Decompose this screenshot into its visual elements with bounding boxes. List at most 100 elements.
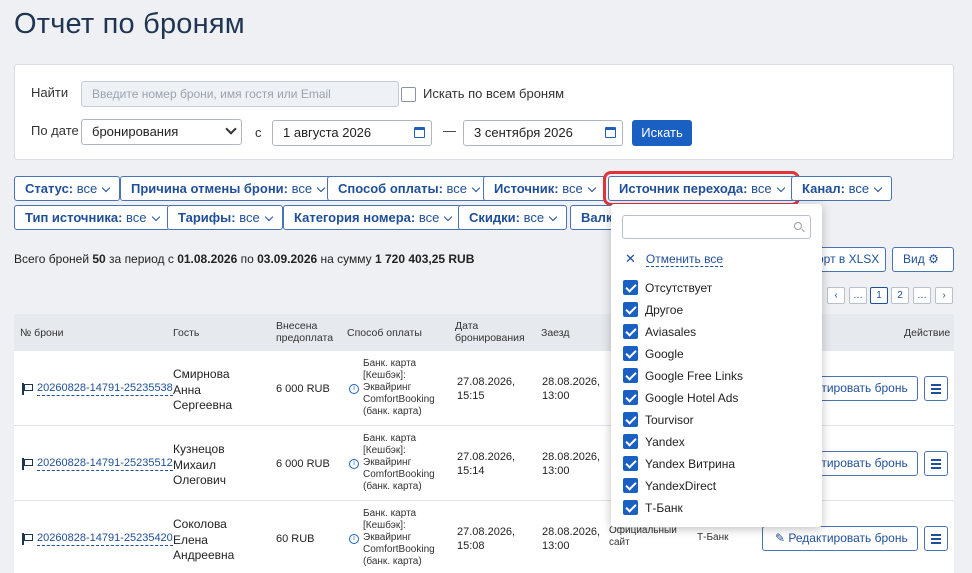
- pay-line: ComfortBooking: [363, 394, 435, 405]
- th-date-line: Дата: [455, 320, 479, 332]
- pagination-next[interactable]: ›: [935, 287, 953, 304]
- option-label: Tourvisor: [645, 413, 694, 427]
- date-type-select[interactable]: бронирования: [81, 119, 242, 145]
- view-button[interactable]: Вид ⚙: [892, 247, 954, 272]
- filter-cancel-reason[interactable]: Причина отмены брони: все: [120, 176, 336, 201]
- option-label: Google Hotel Ads: [645, 391, 739, 405]
- chevron-down-icon: [776, 183, 785, 193]
- date-to-field[interactable]: 3 сентября 2026: [463, 120, 623, 146]
- pagination-page-1[interactable]: 1: [870, 287, 888, 304]
- pay-line: [Кешбэк]:: [363, 370, 406, 381]
- filter-key: Источник:: [494, 181, 559, 196]
- guest-name: Соколова Елена Андреевна: [173, 517, 234, 564]
- booking-number-link[interactable]: 20260828-14791-25235512: [37, 456, 173, 471]
- calendar-icon[interactable]: [605, 127, 616, 138]
- row-menu-button[interactable]: [924, 526, 948, 551]
- date-line: 27.08.2026,: [457, 376, 516, 388]
- filter-value: все: [126, 210, 147, 225]
- filter-value: все: [523, 210, 545, 225]
- date-line: 28.08.2026,: [542, 451, 601, 463]
- checkbox-checked-icon[interactable]: [623, 324, 638, 339]
- chevron-down-icon: [471, 183, 481, 193]
- filter-source-type[interactable]: Тип источника: все: [14, 205, 170, 230]
- th-prepaid: Внесена предоплата: [276, 320, 333, 344]
- guest-line: Соколова: [173, 517, 227, 531]
- flag-icon[interactable]: [22, 533, 33, 545]
- edit-booking-button[interactable]: ✎ Редактировать бронь: [762, 526, 918, 551]
- arrival-date: 28.08.2026, 13:00: [542, 375, 600, 403]
- checkbox-checked-icon[interactable]: [623, 280, 638, 295]
- chevron-down-icon: [587, 183, 596, 193]
- date-line: 15:15: [457, 390, 485, 402]
- booking-date: 27.08.2026, 15:08: [457, 525, 515, 553]
- pay-line: Банк. карта: [363, 508, 417, 519]
- flag-icon[interactable]: [22, 383, 33, 395]
- pay-line: (банк. карта): [363, 406, 422, 417]
- clear-all-button[interactable]: ✕ Отменить все: [625, 251, 723, 267]
- info-icon[interactable]: i: [349, 534, 359, 544]
- filter-status[interactable]: Статус: все: [14, 176, 121, 201]
- pagination-dots: …: [913, 287, 931, 304]
- filter-key: Способ оплаты:: [338, 181, 443, 196]
- search-panel: Найти Введите номер брони, имя гостя или…: [14, 64, 954, 160]
- pay-line: [Кешбэк]:: [363, 520, 406, 531]
- calendar-icon[interactable]: [414, 127, 425, 138]
- date-line: 28.08.2026,: [542, 376, 601, 388]
- search-all-checkbox[interactable]: [401, 87, 416, 102]
- booking-number-link[interactable]: 20260828-14791-25235538: [37, 381, 173, 396]
- checkbox-checked-icon[interactable]: [623, 346, 638, 361]
- date-line: 15:14: [457, 465, 485, 477]
- filter-value: все: [751, 181, 772, 196]
- page-title: Отчет по броням: [14, 8, 245, 40]
- search-input[interactable]: Введите номер брони, имя гостя или Email: [81, 81, 399, 107]
- date-line: 13:00: [542, 390, 570, 402]
- row-menu-button[interactable]: [924, 451, 948, 476]
- pagination-prev[interactable]: ‹: [827, 287, 845, 304]
- info-icon[interactable]: i: [349, 459, 359, 469]
- date-line: 13:00: [542, 540, 570, 552]
- filter-room-category[interactable]: Категория номера: все: [283, 205, 463, 230]
- option-label: Google Free Links: [645, 369, 744, 383]
- checkbox-checked-icon[interactable]: [623, 478, 638, 493]
- pay-line: Банк. карта: [363, 358, 417, 369]
- flag-icon[interactable]: [22, 458, 33, 470]
- payment-method: Банк. карта [Кешбэк]: Эквайринг ComfortBook…: [363, 433, 435, 493]
- summary-text: Всего броней: [14, 252, 93, 266]
- info-icon[interactable]: i: [349, 384, 359, 394]
- th-number: № брони: [20, 327, 64, 339]
- filter-value: все: [239, 210, 260, 225]
- filter-channel[interactable]: Канал: все: [791, 176, 893, 201]
- filter-referral-source[interactable]: Источник перехода: все: [603, 171, 800, 206]
- guest-line: Михаил: [173, 457, 216, 472]
- checkbox-checked-icon[interactable]: [623, 302, 638, 317]
- chevron-down-icon: [264, 212, 273, 222]
- pay-line: [Кешбэк]:: [363, 445, 406, 456]
- date-from-field[interactable]: 1 августа 2026: [272, 120, 432, 146]
- row-menu-button[interactable]: [924, 376, 948, 401]
- search-button[interactable]: Искать: [632, 120, 692, 146]
- checkbox-checked-icon[interactable]: [623, 500, 638, 515]
- checkbox-checked-icon[interactable]: [623, 434, 638, 449]
- date-line: 13:00: [542, 465, 570, 477]
- pay-line: (банк. карта): [363, 481, 422, 492]
- th-date-line: бронирования: [455, 332, 525, 344]
- dropdown-search-input[interactable]: [622, 215, 811, 239]
- filter-source[interactable]: Источник: все: [483, 176, 606, 201]
- checkbox-checked-icon[interactable]: [623, 390, 638, 405]
- guest-line: Анна: [173, 382, 201, 397]
- filter-payment-method[interactable]: Способ оплаты: все: [327, 176, 491, 201]
- summary-text: за период с: [105, 252, 178, 266]
- from-label: с: [255, 125, 262, 140]
- pagination-page-2[interactable]: 2: [891, 287, 909, 304]
- th-guest: Гость: [173, 327, 200, 339]
- filter-discounts[interactable]: Скидки: все: [458, 205, 568, 230]
- checkbox-checked-icon[interactable]: [623, 456, 638, 471]
- summary-sum: 1 720 403,25 RUB: [374, 252, 475, 266]
- pay-line: (банк. карта): [363, 556, 422, 567]
- close-icon: ✕: [625, 251, 636, 266]
- filter-rates[interactable]: Тарифы: все: [167, 205, 283, 230]
- filter-key: Валк: [581, 210, 613, 225]
- checkbox-checked-icon[interactable]: [623, 412, 638, 427]
- booking-number-link[interactable]: 20260828-14791-25235420: [37, 531, 173, 546]
- checkbox-checked-icon[interactable]: [623, 368, 638, 383]
